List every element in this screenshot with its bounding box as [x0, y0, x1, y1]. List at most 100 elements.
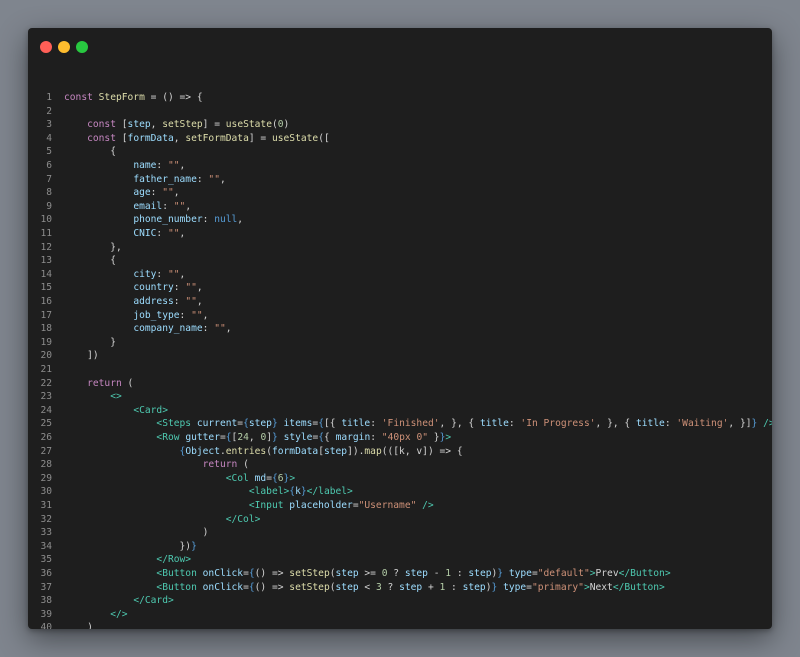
code-token: :: [196, 173, 209, 185]
code-token: , }, {: [439, 418, 480, 430]
code-token: :: [445, 581, 463, 593]
code-token: style: [283, 432, 313, 443]
code-token: ,: [196, 296, 203, 307]
code-token: -: [427, 568, 446, 579]
line-number: 3: [46, 119, 52, 131]
code-token: "": [191, 309, 203, 321]
line-number: 4: [46, 132, 52, 144]
close-icon[interactable]: [40, 41, 52, 53]
code-token: placeholder: [289, 500, 353, 511]
code-token: 'Finished': [381, 418, 440, 430]
code-token: phone_number: [133, 214, 203, 226]
code-line: 39 </>: [28, 608, 772, 622]
line-number: 31: [40, 500, 52, 511]
code-token: (([k, v]) => {: [381, 445, 463, 457]
line-number: 32: [40, 513, 52, 525]
code-token: :: [173, 296, 186, 307]
code-token: <Col: [225, 472, 255, 484]
code-text: CNIC: "",: [64, 227, 185, 241]
code-token: />: [422, 500, 434, 511]
code-token: <Row: [156, 432, 186, 443]
code-token: () =>: [254, 581, 290, 593]
code-token: ?: [387, 568, 405, 579]
code-token: null: [214, 214, 238, 226]
code-token: "default": [537, 568, 590, 579]
code-token: gutter: [185, 432, 220, 443]
code-token: setStep: [289, 581, 330, 593]
code-line: 21: [28, 363, 772, 377]
code-token: type: [503, 581, 527, 593]
code-token: >: [289, 472, 296, 484]
code-token: Prev: [595, 568, 619, 579]
code-line: 29 <Col md={6}>: [28, 472, 772, 486]
line-number: 13: [40, 255, 52, 267]
code-token: step: [335, 568, 359, 579]
code-line: 22 return (: [28, 377, 772, 391]
line-number: 24: [40, 404, 52, 416]
code-token: >=: [358, 568, 382, 579]
code-token: {: [110, 146, 116, 158]
code-text: job_type: "",: [64, 309, 208, 323]
code-token: useState: [271, 132, 319, 144]
code-token: md: [254, 472, 267, 484]
code-text: },: [64, 241, 122, 255]
code-token: () =>: [254, 568, 290, 579]
code-token: ,: [248, 432, 261, 443]
code-line: 31 <Input placeholder="Username" />: [28, 499, 772, 513]
code-token: current: [196, 418, 238, 430]
line-number: 2: [46, 105, 52, 117]
code-token: }): [179, 540, 192, 552]
code-text: return (: [64, 458, 249, 472]
code-text: name: "",: [64, 159, 185, 173]
line-number: 7: [46, 173, 52, 185]
minimize-icon[interactable]: [58, 41, 70, 53]
code-window: 1 const StepForm = () => {2 3 const [step,…: [28, 28, 772, 629]
code-token: , }]: [728, 418, 752, 430]
code-token: </Button>: [612, 581, 665, 593]
code-line: 34 })}: [28, 540, 772, 554]
code-token: ): [202, 527, 209, 539]
code-text: <Card>: [64, 404, 168, 418]
line-number: 20: [40, 350, 52, 362]
code-token: "primary": [531, 581, 584, 593]
code-token: ]): [87, 350, 99, 362]
line-number: 17: [40, 309, 52, 321]
code-token: "": [173, 200, 186, 212]
code-token: ] =: [202, 119, 226, 131]
code-text: <label>{k}</label>: [64, 485, 353, 499]
code-token: "": [185, 282, 197, 294]
code-token: step: [335, 581, 359, 593]
code-line: 25 <Steps current={step} items={[{ title…: [28, 417, 772, 431]
code-token: StepForm: [98, 92, 145, 103]
code-line: 9 email: "",: [28, 200, 772, 214]
code-text: </>: [64, 608, 127, 622]
code-line: 14 city: "",: [28, 268, 772, 282]
code-token: :: [173, 282, 186, 294]
code-token: age: [133, 187, 151, 199]
code-line: 13 {: [28, 254, 772, 268]
code-line: 18 company_name: "",: [28, 322, 772, 336]
code-token: job_type: [133, 309, 180, 321]
code-token: map: [364, 445, 382, 457]
code-token: step: [323, 445, 348, 457]
code-line: 4 const [formData, setFormData] = useSta…: [28, 132, 772, 146]
code-text: }: [64, 336, 116, 350]
code-token: country: [133, 282, 174, 294]
code-line: 17 job_type: "",: [28, 309, 772, 323]
line-number: 5: [46, 146, 52, 158]
code-text: company_name: "",: [64, 322, 231, 336]
code-text: })}: [64, 540, 197, 554]
code-token: :: [156, 228, 168, 239]
code-token: :: [156, 268, 168, 280]
code-line: 19 }: [28, 336, 772, 350]
code-token: {: [110, 255, 116, 267]
code-token: step: [399, 581, 423, 593]
line-number: 39: [40, 608, 52, 620]
maximize-icon[interactable]: [76, 41, 88, 53]
code-token: +: [422, 581, 440, 593]
code-token: "": [167, 228, 180, 239]
code-line: 28 return (: [28, 458, 772, 472]
code-line: 40 ): [28, 621, 772, 629]
code-token: onClick: [202, 581, 244, 593]
code-token: :: [150, 187, 163, 199]
